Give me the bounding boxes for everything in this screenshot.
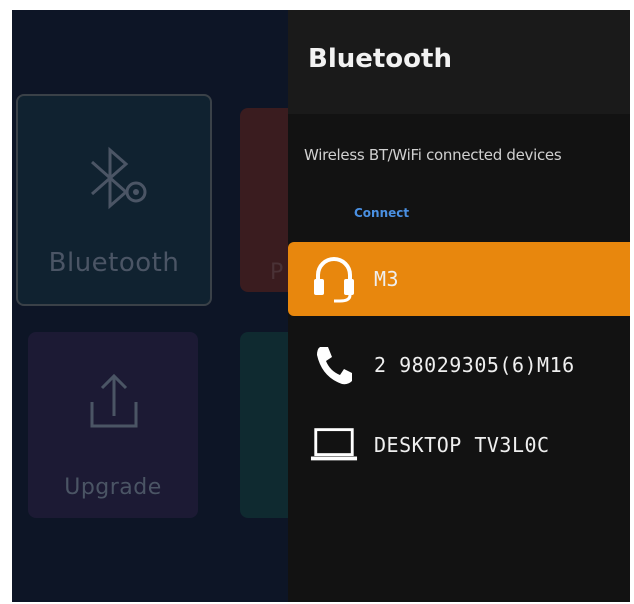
device-row-desktop[interactable]: DESKTOP TV3L0C	[288, 408, 630, 482]
bluetooth-panel: Bluetooth Wireless BT/WiFi connected dev…	[288, 10, 630, 602]
screen: Bluetooth P Upgrade Bluetooth Wireless B…	[12, 10, 630, 602]
device-name: 2 98029305(6)M16	[374, 353, 575, 377]
device-row-phone[interactable]: 2 98029305(6)M16	[288, 328, 630, 402]
device-row-m3[interactable]: M3	[288, 242, 630, 316]
panel-subtitle: Wireless BT/WiFi connected devices	[304, 146, 562, 164]
upgrade-tile-label: Upgrade	[64, 475, 162, 500]
bluetooth-tile[interactable]: Bluetooth	[16, 94, 212, 306]
panel-header: Bluetooth	[288, 10, 630, 114]
bluetooth-icon	[91, 146, 147, 210]
bluetooth-tile-label: Bluetooth	[48, 248, 180, 278]
laptop-icon	[310, 421, 358, 469]
connect-link[interactable]: Connect	[354, 206, 409, 220]
phone-icon	[310, 341, 358, 389]
panel-title: Bluetooth	[308, 44, 452, 74]
headset-icon	[310, 255, 358, 303]
upload-icon	[90, 373, 138, 428]
device-name: DESKTOP TV3L0C	[374, 433, 550, 457]
settings-tile-label: P	[270, 260, 284, 285]
device-name: M3	[374, 267, 400, 291]
upgrade-tile[interactable]: Upgrade	[28, 332, 198, 518]
